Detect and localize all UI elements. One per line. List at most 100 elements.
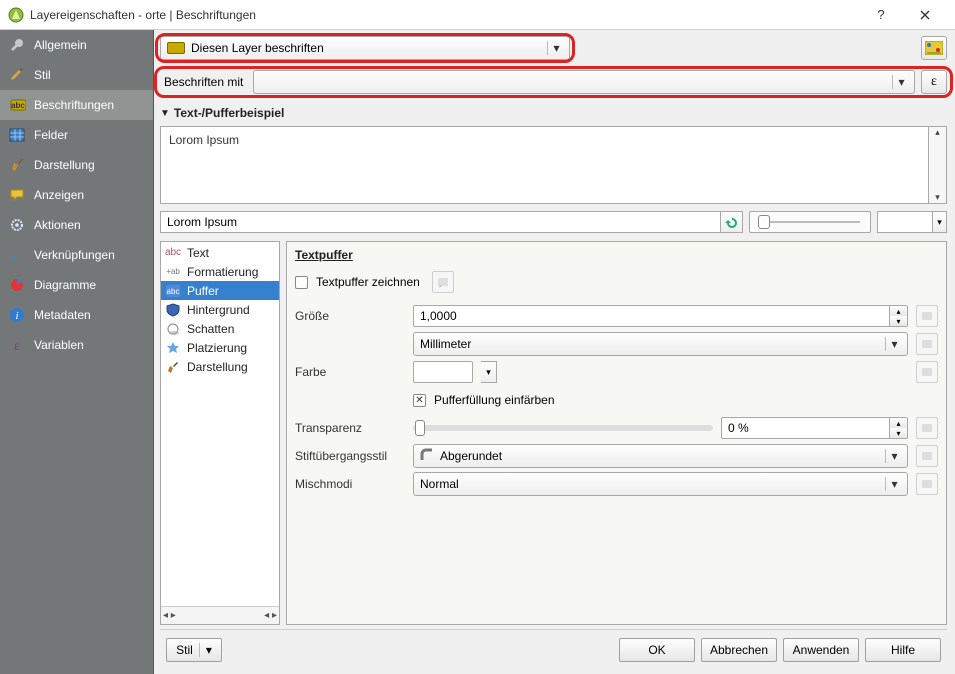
text-preview: Lorom Ipsum (160, 126, 929, 204)
size-label: Größe (295, 309, 405, 323)
beschriften-mit-dropdown[interactable]: ▾ (253, 70, 915, 94)
sidebar-item-label: Metadaten (34, 308, 91, 322)
spin-up[interactable]: ▴ (890, 418, 907, 428)
blend-mode-value: Normal (420, 477, 459, 491)
sidebar-item-metadaten[interactable]: i Metadaten (0, 300, 153, 330)
main-area: Diesen Layer beschriften ▾ Beschriften m… (154, 30, 955, 674)
app-icon (8, 7, 24, 23)
draw-buffer-checkbox[interactable] (295, 276, 308, 289)
override-color-button[interactable] (916, 361, 938, 383)
sidebar-item-label: Darstellung (34, 158, 95, 172)
props-heading: Textpuffer (295, 248, 938, 262)
style-menu-button[interactable]: Stil ▾ (166, 638, 222, 662)
fill-label: Pufferfüllung einfärben (434, 393, 555, 407)
sidebar: Allgemein Stil abc Beschriftungen Felder… (0, 30, 154, 674)
sample-text-input[interactable]: Lorom Ipsum (160, 211, 721, 233)
size-input[interactable] (413, 305, 890, 327)
preview-scrollbar[interactable]: ▴▾ (929, 126, 947, 204)
override-transp-button[interactable] (916, 417, 938, 439)
label-mode-dropdown[interactable]: Diesen Layer beschriften ▾ (160, 36, 570, 60)
sidebar-item-verknuepfungen[interactable]: Verknüpfungen (0, 240, 153, 270)
cat-label: Formatierung (187, 265, 258, 279)
cat-text[interactable]: abcText (161, 243, 279, 262)
sidebar-item-allgemein[interactable]: Allgemein (0, 30, 153, 60)
sidebar-item-stil[interactable]: Stil (0, 60, 153, 90)
sidebar-item-felder[interactable]: Felder (0, 120, 153, 150)
shield-icon (165, 302, 181, 318)
size-unit-dropdown[interactable]: Millimeter ▾ (413, 332, 908, 356)
chevron-down-icon: ▾ (547, 41, 565, 55)
epsilon-icon: ε (8, 336, 26, 354)
apply-label: Anwenden (793, 643, 850, 657)
sidebar-item-darstellung[interactable]: Darstellung (0, 150, 153, 180)
cat-darstellung[interactable]: Darstellung (161, 357, 279, 376)
properties-panel: Textpuffer Textpuffer zeichnen Größe ▴▾ (286, 241, 947, 625)
sidebar-item-anzeigen[interactable]: Anzeigen (0, 180, 153, 210)
spin-down[interactable]: ▾ (890, 316, 907, 326)
style-button-label: Stil (176, 643, 193, 657)
svg-text:ε: ε (14, 339, 20, 353)
buffer-color-swatch[interactable] (413, 361, 473, 383)
sidebar-item-diagramme[interactable]: Diagramme (0, 270, 153, 300)
sidebar-item-aktionen[interactable]: Aktionen (0, 210, 153, 240)
preview-bg-color-swatch[interactable] (877, 211, 933, 233)
apply-button[interactable]: Anwenden (783, 638, 859, 662)
cat-schatten[interactable]: Schatten (161, 319, 279, 338)
override-draw-button[interactable] (432, 271, 454, 293)
ok-button[interactable]: OK (619, 638, 695, 662)
transparency-slider[interactable] (413, 425, 713, 431)
preview-section-header[interactable]: ▼ Text-/Pufferbeispiel (160, 104, 947, 122)
sidebar-item-variablen[interactable]: ε Variablen (0, 330, 153, 360)
cat-platzierung[interactable]: Platzierung (161, 338, 279, 357)
fill-checkbox[interactable] (413, 394, 426, 407)
transparency-input[interactable] (721, 417, 890, 439)
help-button[interactable]: ? (859, 0, 903, 30)
transparency-spinner[interactable]: ▴▾ (721, 417, 908, 439)
buffer-icon: abc (165, 283, 181, 299)
reset-sample-button[interactable] (721, 211, 743, 233)
sidebar-item-label: Variablen (34, 338, 84, 352)
brush-icon (8, 66, 26, 84)
format-icon: +ab (165, 264, 181, 280)
size-spinner[interactable]: ▴▾ (413, 305, 908, 327)
pen-join-dropdown[interactable]: Abgerundet ▾ (413, 444, 908, 468)
table-icon (8, 126, 26, 144)
gear-icon (8, 216, 26, 234)
blend-mode-dropdown[interactable]: Normal ▾ (413, 472, 908, 496)
preview-bg-color-menu[interactable]: ▾ (933, 211, 947, 233)
label-engine-button[interactable] (921, 36, 947, 60)
sidebar-item-label: Stil (34, 68, 51, 82)
cancel-button[interactable]: Abbrechen (701, 638, 777, 662)
chevron-down-icon: ▾ (199, 643, 212, 657)
svg-text:i: i (15, 310, 18, 322)
override-size-button[interactable] (916, 305, 938, 327)
cat-label: Puffer (187, 284, 219, 298)
buffer-color-menu[interactable]: ▾ (481, 361, 497, 383)
sidebar-item-label: Aktionen (34, 218, 81, 232)
category-list: abcText +ab Formatierung abc Puffer Hinter… (160, 241, 280, 625)
cat-puffer[interactable]: abc Puffer (161, 281, 279, 300)
cat-label: Schatten (187, 322, 234, 336)
label-mode-value: Diesen Layer beschriften (191, 41, 324, 55)
help-dialog-button[interactable]: Hilfe (865, 638, 941, 662)
spin-up[interactable]: ▴ (890, 306, 907, 316)
pen-join-value: Abgerundet (440, 449, 502, 463)
category-hscroll[interactable]: ◂ ▸◂ ▸ (161, 606, 279, 624)
dialog-button-bar: Stil ▾ OK Abbrechen Anwenden Hilfe (160, 629, 947, 670)
sidebar-item-label: Anzeigen (34, 188, 84, 202)
expression-button[interactable]: ε (921, 70, 947, 94)
preview-scale-slider[interactable] (749, 211, 872, 233)
override-blend-button[interactable] (916, 473, 938, 495)
preview-section-label: Text-/Pufferbeispiel (174, 106, 284, 120)
override-unit-button[interactable] (916, 333, 938, 355)
svg-text:abc: abc (167, 287, 180, 296)
override-pen-button[interactable] (916, 445, 938, 467)
spin-down[interactable]: ▾ (890, 428, 907, 438)
cat-formatierung[interactable]: +ab Formatierung (161, 262, 279, 281)
cat-hintergrund[interactable]: Hintergrund (161, 300, 279, 319)
window-title: Layereigenschaften - orte | Beschriftung… (30, 8, 859, 22)
close-button[interactable] (903, 0, 947, 30)
dialog-body: Allgemein Stil abc Beschriftungen Felder… (0, 30, 955, 674)
chevron-down-icon: ▾ (892, 75, 910, 89)
sidebar-item-beschriftungen[interactable]: abc Beschriftungen (0, 90, 153, 120)
